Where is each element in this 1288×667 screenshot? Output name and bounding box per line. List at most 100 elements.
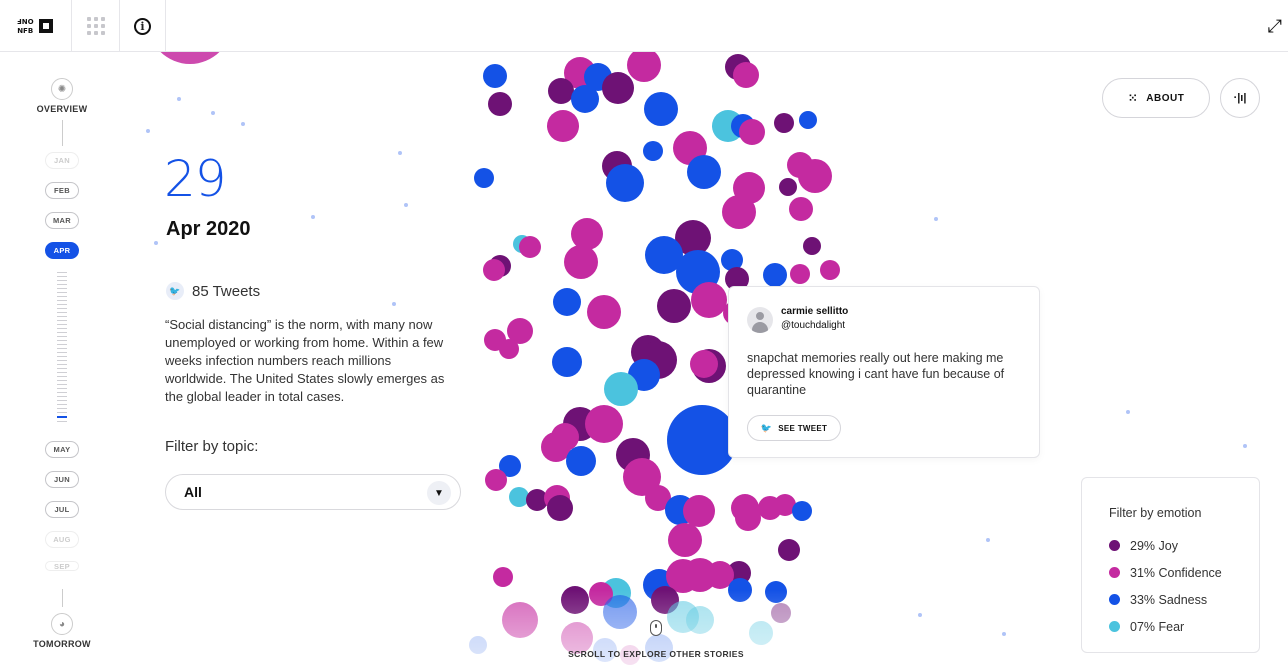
tweet-bubble[interactable]: [469, 636, 487, 654]
emotion-confidence[interactable]: 31% Confidence: [1109, 559, 1259, 586]
day-tick[interactable]: [57, 272, 67, 273]
day-tick[interactable]: [57, 348, 67, 349]
tweet-bubble[interactable]: [728, 578, 752, 602]
tweet-bubble[interactable]: [564, 245, 598, 279]
tweet-bubble[interactable]: [483, 64, 507, 88]
day-tick[interactable]: [57, 320, 67, 321]
day-tick[interactable]: [57, 308, 67, 309]
tweet-bubble[interactable]: [803, 237, 821, 255]
tweet-bubble[interactable]: [604, 372, 638, 406]
overview-icon[interactable]: ✺: [51, 78, 73, 100]
month-may[interactable]: MAY: [45, 441, 79, 458]
see-tweet-button[interactable]: 🐦 SEE TWEET: [747, 415, 841, 441]
tweet-bubble[interactable]: [585, 405, 623, 443]
tweet-bubble[interactable]: [778, 539, 800, 561]
tweet-bubble[interactable]: [667, 405, 737, 475]
tweet-bubble[interactable]: [799, 111, 817, 129]
about-button[interactable]: ⁙ ABOUT: [1102, 78, 1210, 118]
tweet-bubble[interactable]: [733, 62, 759, 88]
month-feb[interactable]: FEB: [45, 182, 79, 199]
tweet-bubble[interactable]: [502, 602, 538, 638]
day-tick[interactable]: [57, 344, 67, 345]
tweet-bubble[interactable]: [644, 92, 678, 126]
day-tick[interactable]: [57, 400, 67, 401]
tweet-bubble[interactable]: [571, 218, 603, 250]
tweet-bubble[interactable]: [627, 48, 661, 82]
day-tick[interactable]: [57, 388, 67, 389]
emotion-joy[interactable]: 29% Joy: [1109, 532, 1259, 559]
day-ticks[interactable]: [57, 272, 67, 422]
tweet-bubble[interactable]: [552, 347, 582, 377]
day-tick[interactable]: [57, 340, 67, 341]
tomorrow-nav[interactable]: ◕ TOMORROW: [30, 589, 94, 649]
tweet-bubble[interactable]: [690, 350, 718, 378]
day-tick[interactable]: [57, 356, 67, 357]
tweet-bubble[interactable]: [483, 259, 505, 281]
tweet-bubble[interactable]: [566, 446, 596, 476]
tweet-bubble[interactable]: [820, 260, 840, 280]
tweet-bubble[interactable]: [771, 603, 791, 623]
emotion-sadness[interactable]: 33% Sadness: [1109, 586, 1259, 613]
day-tick[interactable]: [57, 332, 67, 333]
tweet-bubble[interactable]: [739, 119, 765, 145]
day-tick[interactable]: [57, 364, 67, 365]
day-tick[interactable]: [57, 368, 67, 369]
day-tick[interactable]: [57, 280, 67, 281]
tweet-bubble[interactable]: [509, 487, 529, 507]
sound-toggle-button[interactable]: ·|ı|: [1220, 78, 1260, 118]
tweet-bubble[interactable]: [499, 339, 519, 359]
day-tick[interactable]: [57, 360, 67, 361]
month-jan[interactable]: JAN: [45, 152, 79, 169]
tweet-bubble[interactable]: [657, 289, 691, 323]
day-tick[interactable]: [57, 408, 67, 409]
menu-grid-button[interactable]: [72, 0, 120, 52]
tweet-bubble[interactable]: [519, 236, 541, 258]
month-jul[interactable]: JUL: [45, 501, 79, 518]
day-tick[interactable]: [57, 384, 67, 385]
day-tick[interactable]: [57, 416, 67, 418]
scroll-prompt[interactable]: SCROLL TO EXPLORE OTHER STORIES: [540, 649, 772, 659]
day-tick[interactable]: [57, 312, 67, 313]
day-tick[interactable]: [57, 304, 67, 305]
day-tick[interactable]: [57, 300, 67, 301]
onf-nfb-logo[interactable]: ONF NFB: [0, 0, 72, 52]
day-tick[interactable]: [57, 324, 67, 325]
month-jun[interactable]: JUN: [45, 471, 79, 488]
day-tick[interactable]: [57, 292, 67, 293]
day-tick[interactable]: [57, 336, 67, 337]
emotion-fear[interactable]: 07% Fear: [1109, 613, 1259, 640]
tweet-bubble[interactable]: [749, 621, 773, 645]
tweet-bubble[interactable]: [548, 78, 574, 104]
day-tick[interactable]: [57, 404, 67, 405]
topic-select[interactable]: All ▼: [165, 474, 461, 510]
tweet-bubble[interactable]: [789, 197, 813, 221]
tweet-bubble[interactable]: [779, 178, 797, 196]
tweet-bubble[interactable]: [722, 195, 756, 229]
day-tick[interactable]: [57, 288, 67, 289]
day-tick[interactable]: [57, 376, 67, 377]
tweet-bubble[interactable]: [553, 288, 581, 316]
month-aug[interactable]: AUG: [45, 531, 79, 548]
fullscreen-icon[interactable]: ⤢: [1268, 16, 1282, 37]
tweet-bubble[interactable]: [485, 469, 507, 491]
tweet-bubble[interactable]: [686, 606, 714, 634]
tweet-bubble[interactable]: [547, 495, 573, 521]
tweet-bubble[interactable]: [488, 92, 512, 116]
tweet-bubble[interactable]: [792, 501, 812, 521]
day-tick[interactable]: [57, 392, 67, 393]
day-tick[interactable]: [57, 328, 67, 329]
tweet-bubble[interactable]: [603, 595, 637, 629]
tweet-bubble[interactable]: [571, 85, 599, 113]
tweet-bubble[interactable]: [547, 110, 579, 142]
day-tick[interactable]: [57, 316, 67, 317]
day-tick[interactable]: [57, 352, 67, 353]
tweet-bubble[interactable]: [493, 567, 513, 587]
tweet-bubble[interactable]: [643, 141, 663, 161]
tweet-bubble[interactable]: [561, 586, 589, 614]
tweet-bubble[interactable]: [602, 72, 634, 104]
month-mar[interactable]: MAR: [45, 212, 79, 229]
tweet-bubble[interactable]: [763, 263, 787, 287]
month-apr[interactable]: APR: [45, 242, 79, 259]
tweet-bubble[interactable]: [691, 282, 727, 318]
tweet-bubble[interactable]: [774, 113, 794, 133]
